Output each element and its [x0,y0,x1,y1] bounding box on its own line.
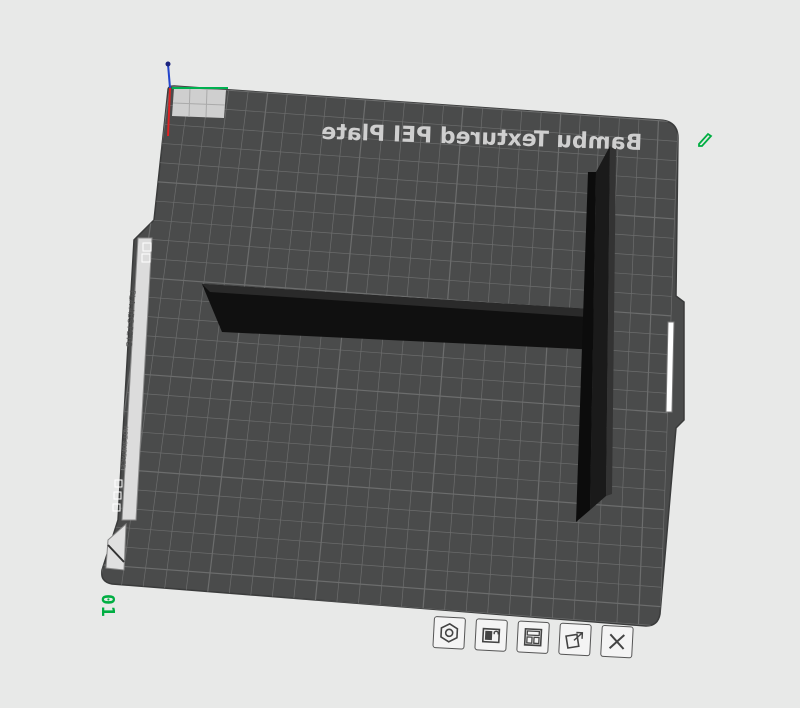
arrange-button[interactable] [516,620,550,655]
pencil-icon[interactable] [696,130,714,148]
lock-plate-icon [481,627,501,644]
auto-orient-button[interactable] [558,622,592,657]
settings-hex-button[interactable] [432,616,467,650]
close-icon [608,633,625,650]
plate-number: 01 [97,594,118,618]
3d-viewport[interactable]: PLA ABS PETG HOT SURFACE Bambu Textured … [0,0,800,704]
settings-hex-icon [440,622,459,643]
lock-plate-button[interactable] [474,618,508,652]
axis-z [167,63,171,89]
close-plate-button[interactable] [600,624,634,659]
arrange-icon [523,627,543,647]
build-plate-scene[interactable]: PLA ABS PETG HOT SURFACE Bambu Textured … [0,0,800,704]
auto-orient-icon [565,631,584,649]
plate-handle [665,321,675,413]
